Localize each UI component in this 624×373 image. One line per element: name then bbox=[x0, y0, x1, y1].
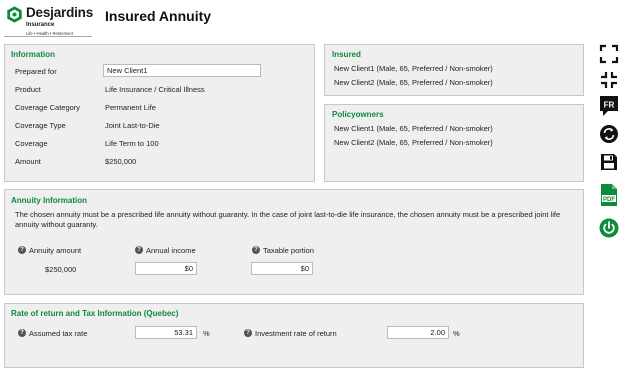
prepared-for-label: Prepared for bbox=[15, 67, 57, 76]
expand-button[interactable] bbox=[598, 43, 620, 65]
help-icon[interactable]: ? bbox=[18, 246, 26, 254]
brand-sub: Insurance bbox=[26, 22, 55, 28]
investment-rate-label: Investment rate of return bbox=[255, 329, 337, 338]
coverage-category-label: Coverage Category bbox=[15, 103, 81, 112]
pdf-label: PDF bbox=[603, 197, 615, 203]
assumed-tax-rate-label: Assumed tax rate bbox=[29, 329, 88, 338]
insured-title: Insured bbox=[332, 50, 361, 59]
rate-title: Rate of return and Tax Information (Queb… bbox=[11, 309, 179, 318]
help-icon[interactable]: ? bbox=[135, 246, 143, 254]
insured-item: New Client2 (Male, 65, Preferred / Non-s… bbox=[334, 78, 493, 87]
annual-income-input[interactable] bbox=[135, 262, 197, 275]
coverage-label: Coverage bbox=[15, 139, 48, 148]
amount-label: Amount bbox=[15, 157, 41, 166]
collapse-button[interactable] bbox=[598, 69, 620, 91]
policyowner-item: New Client2 (Male, 65, Preferred / Non-s… bbox=[334, 138, 493, 147]
information-panel: Information Prepared for Product Life In… bbox=[4, 44, 315, 182]
brand-name: Desjardins bbox=[26, 5, 94, 20]
policyowner-item: New Client1 (Male, 65, Preferred / Non-s… bbox=[334, 124, 493, 133]
product-label: Product bbox=[15, 85, 41, 94]
desjardins-logo-icon bbox=[7, 6, 22, 23]
page-title: Insured Annuity bbox=[105, 8, 212, 24]
header-divider bbox=[4, 36, 92, 37]
french-language-button[interactable]: FR bbox=[598, 95, 620, 117]
information-title: Information bbox=[11, 50, 55, 59]
insured-panel: Insured New Client1 (Male, 65, Preferred… bbox=[324, 44, 584, 96]
coverage-category-value: Permanent Life bbox=[105, 103, 156, 112]
taxable-portion-input[interactable] bbox=[251, 262, 313, 275]
power-button[interactable] bbox=[598, 217, 620, 239]
help-icon[interactable]: ? bbox=[18, 329, 26, 337]
policyowners-panel: Policyowners New Client1 (Male, 65, Pref… bbox=[324, 104, 584, 182]
investment-rate-input[interactable] bbox=[387, 326, 449, 339]
save-icon bbox=[601, 154, 617, 170]
power-icon bbox=[599, 218, 619, 238]
save-button[interactable] bbox=[598, 151, 620, 173]
assumed-tax-rate-input[interactable] bbox=[135, 326, 197, 339]
collapse-icon bbox=[601, 72, 617, 88]
annuity-title: Annuity Information bbox=[11, 196, 87, 205]
annuity-amount-value: $250,000 bbox=[45, 265, 77, 274]
rate-panel: Rate of return and Tax Information (Queb… bbox=[4, 303, 584, 368]
insured-item: New Client1 (Male, 65, Preferred / Non-s… bbox=[334, 64, 493, 73]
help-icon[interactable]: ? bbox=[252, 246, 260, 254]
expand-icon bbox=[599, 44, 619, 64]
prepared-for-input[interactable] bbox=[103, 64, 261, 77]
refresh-icon bbox=[600, 125, 618, 143]
taxable-portion-label: Taxable portion bbox=[263, 246, 314, 255]
desjardins-logo: Desjardins Insurance Life • Health • Ret… bbox=[6, 5, 94, 39]
help-icon[interactable]: ? bbox=[244, 329, 252, 337]
annuity-description: The chosen annuity must be a prescribed … bbox=[15, 210, 561, 229]
refresh-button[interactable] bbox=[598, 123, 620, 145]
amount-value: $250,000 bbox=[105, 157, 137, 166]
policyowners-title: Policyowners bbox=[332, 110, 384, 119]
tax-rate-unit: % bbox=[203, 329, 210, 338]
fr-language-icon: FR bbox=[600, 96, 618, 116]
coverage-value: Life Term to 100 bbox=[105, 139, 159, 148]
annuity-panel: Annuity Information The chosen annuity m… bbox=[4, 189, 584, 295]
fr-label: FR bbox=[604, 101, 615, 110]
pdf-icon: PDF bbox=[601, 184, 617, 206]
investment-rate-unit: % bbox=[453, 329, 460, 338]
coverage-type-label: Coverage Type bbox=[15, 121, 66, 130]
coverage-type-value: Joint Last-to-Die bbox=[105, 121, 160, 130]
annuity-amount-label: Annuity amount bbox=[29, 246, 82, 255]
pdf-button[interactable]: PDF bbox=[598, 184, 620, 206]
annual-income-label: Annual income bbox=[146, 246, 196, 255]
product-value: Life Insurance / Critical Illness bbox=[105, 85, 205, 94]
